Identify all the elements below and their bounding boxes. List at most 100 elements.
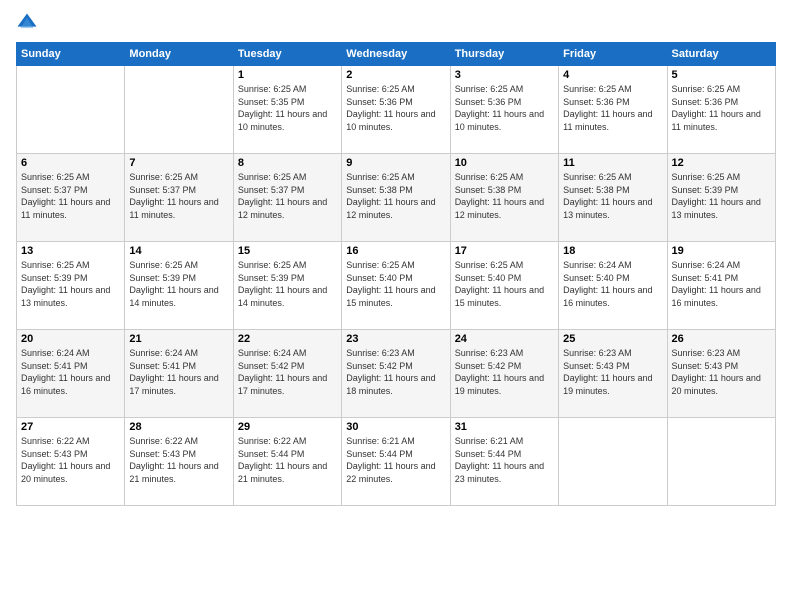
week-row-3: 13 Sunrise: 6:25 AM Sunset: 5:39 PM Dayli… <box>17 242 776 330</box>
day-number: 12 <box>672 157 771 169</box>
table-cell: 6 Sunrise: 6:25 AM Sunset: 5:37 PM Daylig… <box>17 154 125 242</box>
day-number: 3 <box>455 69 554 81</box>
day-info: Sunrise: 6:25 AM Sunset: 5:38 PM Dayligh… <box>455 171 554 221</box>
day-info: Sunrise: 6:25 AM Sunset: 5:36 PM Dayligh… <box>672 83 771 133</box>
day-info: Sunrise: 6:25 AM Sunset: 5:37 PM Dayligh… <box>238 171 337 221</box>
table-cell: 16Sunrise: 6:25 AM Sunset: 5:40 PM Dayli… <box>342 242 450 330</box>
day-number: 1 <box>238 69 337 81</box>
table-cell: 3 Sunrise: 6:25 AM Sunset: 5:36 PM Daylig… <box>450 66 558 154</box>
table-cell: 4 Sunrise: 6:25 AM Sunset: 5:36 PM Daylig… <box>559 66 667 154</box>
table-cell: 12 Sunrise: 6:25 AM Sunset: 5:39 PM Dayli… <box>667 154 775 242</box>
week-row-5: 27Sunrise: 6:22 AM Sunset: 5:43 PM Dayli… <box>17 418 776 506</box>
day-info: Sunrise: 6:24 AM Sunset: 5:41 PM Dayligh… <box>672 259 771 309</box>
logo-icon <box>16 12 38 34</box>
table-cell: 25Sunrise: 6:23 AM Sunset: 5:43 PM Dayli… <box>559 330 667 418</box>
logo <box>16 12 42 34</box>
day-info: Sunrise: 6:25 AM Sunset: 5:36 PM Dayligh… <box>563 83 662 133</box>
day-info: Sunrise: 6:22 AM Sunset: 5:43 PM Dayligh… <box>129 435 228 485</box>
day-number: 7 <box>129 157 228 169</box>
day-info: Sunrise: 6:22 AM Sunset: 5:43 PM Dayligh… <box>21 435 120 485</box>
table-cell: 22Sunrise: 6:24 AM Sunset: 5:42 PM Dayli… <box>233 330 341 418</box>
table-cell: 10 Sunrise: 6:25 AM Sunset: 5:38 PM Dayli… <box>450 154 558 242</box>
weekday-friday: Friday <box>559 43 667 66</box>
day-info: Sunrise: 6:25 AM Sunset: 5:39 PM Dayligh… <box>21 259 120 309</box>
table-cell: 20 Sunrise: 6:24 AM Sunset: 5:41 PM Dayli… <box>17 330 125 418</box>
day-info: Sunrise: 6:22 AM Sunset: 5:44 PM Dayligh… <box>238 435 337 485</box>
table-cell: 8 Sunrise: 6:25 AM Sunset: 5:37 PM Daylig… <box>233 154 341 242</box>
day-info: Sunrise: 6:23 AM Sunset: 5:42 PM Dayligh… <box>346 347 445 397</box>
table-cell: 30Sunrise: 6:21 AM Sunset: 5:44 PM Dayli… <box>342 418 450 506</box>
table-cell: 5 Sunrise: 6:25 AM Sunset: 5:36 PM Daylig… <box>667 66 775 154</box>
day-number: 4 <box>563 69 662 81</box>
day-info: Sunrise: 6:24 AM Sunset: 5:41 PM Dayligh… <box>129 347 228 397</box>
day-number: 31 <box>455 421 554 433</box>
day-info: Sunrise: 6:25 AM Sunset: 5:37 PM Dayligh… <box>129 171 228 221</box>
day-number: 8 <box>238 157 337 169</box>
weekday-header-row: SundayMondayTuesdayWednesdayThursdayFrid… <box>17 43 776 66</box>
day-number: 2 <box>346 69 445 81</box>
day-info: Sunrise: 6:25 AM Sunset: 5:39 PM Dayligh… <box>238 259 337 309</box>
day-number: 13 <box>21 245 120 257</box>
weekday-monday: Monday <box>125 43 233 66</box>
weekday-thursday: Thursday <box>450 43 558 66</box>
day-info: Sunrise: 6:24 AM Sunset: 5:41 PM Dayligh… <box>21 347 120 397</box>
day-info: Sunrise: 6:25 AM Sunset: 5:39 PM Dayligh… <box>129 259 228 309</box>
week-row-4: 20 Sunrise: 6:24 AM Sunset: 5:41 PM Dayli… <box>17 330 776 418</box>
day-number: 30 <box>346 421 445 433</box>
day-info: Sunrise: 6:23 AM Sunset: 5:43 PM Dayligh… <box>563 347 662 397</box>
day-number: 26 <box>672 333 771 345</box>
table-cell: 18 Sunrise: 6:24 AM Sunset: 5:40 PM Dayli… <box>559 242 667 330</box>
day-info: Sunrise: 6:25 AM Sunset: 5:38 PM Dayligh… <box>346 171 445 221</box>
page: SundayMondayTuesdayWednesdayThursdayFrid… <box>0 0 792 612</box>
week-row-2: 6 Sunrise: 6:25 AM Sunset: 5:37 PM Daylig… <box>17 154 776 242</box>
table-cell: 21 Sunrise: 6:24 AM Sunset: 5:41 PM Dayli… <box>125 330 233 418</box>
day-info: Sunrise: 6:25 AM Sunset: 5:36 PM Dayligh… <box>346 83 445 133</box>
header <box>16 12 776 34</box>
day-info: Sunrise: 6:24 AM Sunset: 5:42 PM Dayligh… <box>238 347 337 397</box>
day-number: 11 <box>563 157 662 169</box>
weekday-sunday: Sunday <box>17 43 125 66</box>
day-info: Sunrise: 6:24 AM Sunset: 5:40 PM Dayligh… <box>563 259 662 309</box>
table-cell: 13 Sunrise: 6:25 AM Sunset: 5:39 PM Dayli… <box>17 242 125 330</box>
day-number: 14 <box>129 245 228 257</box>
day-number: 28 <box>129 421 228 433</box>
weekday-saturday: Saturday <box>667 43 775 66</box>
day-number: 29 <box>238 421 337 433</box>
day-number: 17 <box>455 245 554 257</box>
table-cell: 28 Sunrise: 6:22 AM Sunset: 5:43 PM Dayli… <box>125 418 233 506</box>
table-cell: 11 Sunrise: 6:25 AM Sunset: 5:38 PM Dayli… <box>559 154 667 242</box>
table-cell <box>17 66 125 154</box>
table-cell: 14 Sunrise: 6:25 AM Sunset: 5:39 PM Dayli… <box>125 242 233 330</box>
weekday-wednesday: Wednesday <box>342 43 450 66</box>
day-info: Sunrise: 6:25 AM Sunset: 5:37 PM Dayligh… <box>21 171 120 221</box>
day-number: 18 <box>563 245 662 257</box>
table-cell: 9Sunrise: 6:25 AM Sunset: 5:38 PM Daylig… <box>342 154 450 242</box>
day-number: 5 <box>672 69 771 81</box>
day-info: Sunrise: 6:25 AM Sunset: 5:39 PM Dayligh… <box>672 171 771 221</box>
table-cell <box>559 418 667 506</box>
day-info: Sunrise: 6:25 AM Sunset: 5:36 PM Dayligh… <box>455 83 554 133</box>
table-cell: 7 Sunrise: 6:25 AM Sunset: 5:37 PM Daylig… <box>125 154 233 242</box>
table-cell: 19 Sunrise: 6:24 AM Sunset: 5:41 PM Dayli… <box>667 242 775 330</box>
day-number: 21 <box>129 333 228 345</box>
table-cell: 1 Sunrise: 6:25 AM Sunset: 5:35 PM Daylig… <box>233 66 341 154</box>
table-cell: 24Sunrise: 6:23 AM Sunset: 5:42 PM Dayli… <box>450 330 558 418</box>
table-cell: 15Sunrise: 6:25 AM Sunset: 5:39 PM Dayli… <box>233 242 341 330</box>
day-info: Sunrise: 6:25 AM Sunset: 5:35 PM Dayligh… <box>238 83 337 133</box>
day-info: Sunrise: 6:23 AM Sunset: 5:43 PM Dayligh… <box>672 347 771 397</box>
day-number: 16 <box>346 245 445 257</box>
day-info: Sunrise: 6:25 AM Sunset: 5:40 PM Dayligh… <box>455 259 554 309</box>
day-number: 6 <box>21 157 120 169</box>
day-info: Sunrise: 6:23 AM Sunset: 5:42 PM Dayligh… <box>455 347 554 397</box>
day-info: Sunrise: 6:21 AM Sunset: 5:44 PM Dayligh… <box>455 435 554 485</box>
calendar: SundayMondayTuesdayWednesdayThursdayFrid… <box>16 42 776 506</box>
table-cell <box>667 418 775 506</box>
table-cell: 29 Sunrise: 6:22 AM Sunset: 5:44 PM Dayli… <box>233 418 341 506</box>
day-number: 19 <box>672 245 771 257</box>
week-row-1: 1 Sunrise: 6:25 AM Sunset: 5:35 PM Daylig… <box>17 66 776 154</box>
day-info: Sunrise: 6:25 AM Sunset: 5:38 PM Dayligh… <box>563 171 662 221</box>
table-cell: 23Sunrise: 6:23 AM Sunset: 5:42 PM Dayli… <box>342 330 450 418</box>
day-number: 20 <box>21 333 120 345</box>
day-number: 10 <box>455 157 554 169</box>
table-cell: 26 Sunrise: 6:23 AM Sunset: 5:43 PM Dayli… <box>667 330 775 418</box>
